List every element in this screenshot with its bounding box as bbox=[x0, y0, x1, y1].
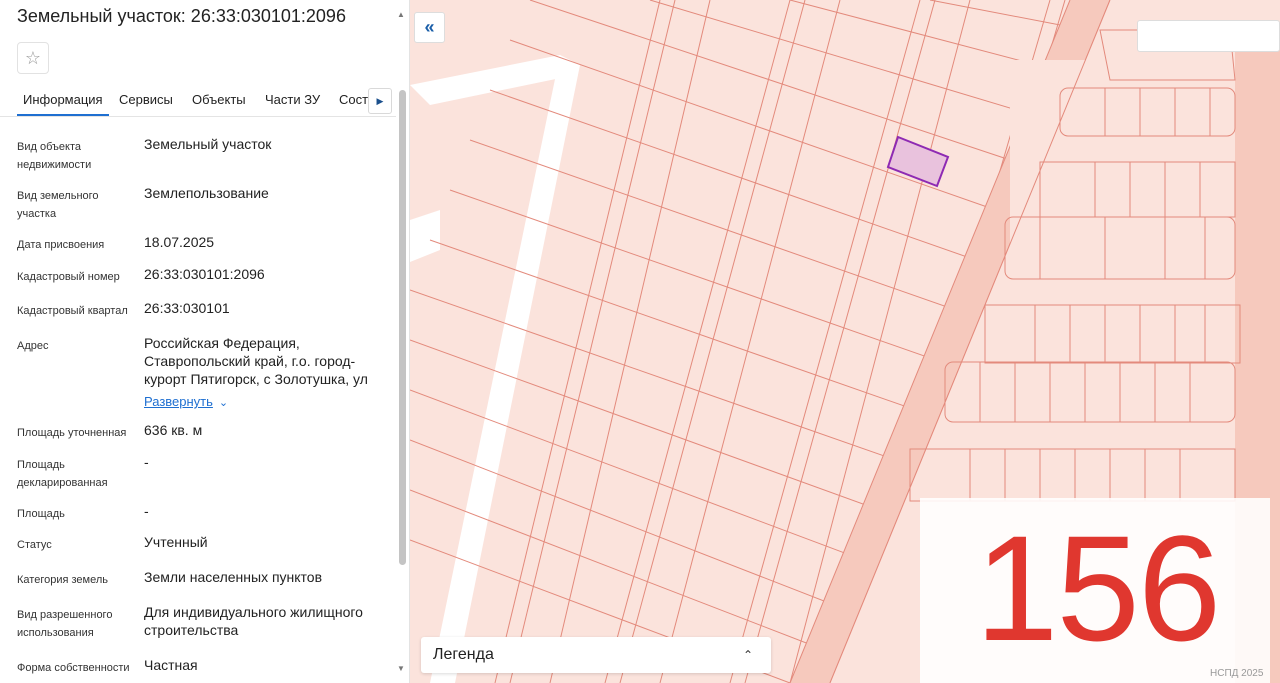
field-value: 636 кв. м bbox=[144, 422, 203, 438]
double-chevron-left-icon: « bbox=[424, 17, 435, 37]
field-value: Для индивидуального жилищного строительс… bbox=[144, 604, 363, 638]
field-value: 26:33:030101:2096 bbox=[144, 266, 265, 282]
field-label: Площадь bbox=[17, 508, 65, 520]
tabs-next-button[interactable]: ▶ bbox=[368, 88, 392, 114]
field-label: Кадастровый номер bbox=[17, 271, 120, 283]
tab-objects[interactable]: Объекты bbox=[192, 84, 246, 116]
page-title: Земельный участок: 26:33:030101:2096 bbox=[17, 6, 346, 26]
field-value: 18.07.2025 bbox=[144, 234, 215, 250]
legend-dropdown[interactable]: Легенда ⌃ bbox=[421, 637, 771, 673]
field-value: Российская Федерация, Ставропольский кра… bbox=[144, 335, 368, 387]
tab-information[interactable]: Информация bbox=[17, 84, 109, 116]
road bbox=[410, 55, 575, 105]
road bbox=[410, 210, 440, 262]
tab-services[interactable]: Сервисы bbox=[119, 84, 173, 116]
field-label: Адрес bbox=[17, 340, 49, 352]
info-panel: Земельный участок: 26:33:030101:2096 ☆ И… bbox=[0, 0, 410, 683]
field-value: Учтенный bbox=[144, 534, 208, 550]
favorite-button[interactable]: ☆ bbox=[17, 42, 49, 74]
field-label: Статус bbox=[17, 539, 52, 551]
expand-link[interactable]: Развернуть bbox=[144, 394, 213, 409]
field-label: Вид земельного участка bbox=[17, 190, 99, 220]
field-label: Площадь уточненная bbox=[17, 427, 127, 439]
field-value: 26:33:030101 bbox=[144, 300, 230, 316]
field-label: Дата присвоения bbox=[17, 239, 105, 251]
field-value: - bbox=[144, 503, 149, 519]
road bbox=[430, 55, 580, 683]
tab-bar: Информация Сервисы Объекты Части ЗУ Сост… bbox=[0, 84, 396, 117]
legend-label: Легенда bbox=[433, 646, 494, 663]
chevron-down-icon[interactable]: ⌄ bbox=[219, 397, 228, 409]
field-value: Земельный участок bbox=[144, 136, 272, 152]
field-value: Частная bbox=[144, 657, 198, 673]
selected-parcel bbox=[886, 135, 950, 188]
field-label: Вид разрешенного использования bbox=[17, 609, 113, 639]
field-label: Вид объекта недвижимости bbox=[17, 141, 92, 171]
star-icon: ☆ bbox=[24, 47, 42, 68]
field-label: Площадь декларированная bbox=[17, 459, 108, 489]
field-label: Категория земель bbox=[17, 574, 108, 586]
scroll-up-icon[interactable]: ▲ bbox=[397, 10, 405, 19]
field-label: Кадастровый квартал bbox=[17, 305, 128, 317]
collapse-panel-button[interactable]: « bbox=[414, 12, 445, 43]
field-value: Землепользование bbox=[144, 185, 269, 201]
map-search-input[interactable] bbox=[1137, 20, 1280, 52]
field-value: Земли населенных пунктов bbox=[144, 569, 323, 585]
expand-row: Развернуть ⌄ bbox=[17, 393, 392, 411]
scroll-down-icon[interactable]: ▼ bbox=[397, 664, 405, 673]
watermark-number: 156 bbox=[975, 504, 1221, 672]
chevron-updown-icon: ⌃ bbox=[742, 648, 753, 662]
field-label: Форма собственности bbox=[17, 662, 130, 674]
scrollbar[interactable] bbox=[399, 90, 406, 565]
field-value: - bbox=[144, 454, 149, 470]
copyright-text: НСПД 2025 bbox=[1210, 668, 1264, 679]
chevron-right-icon: ▶ bbox=[376, 95, 384, 106]
tab-parts[interactable]: Части ЗУ bbox=[265, 84, 320, 116]
